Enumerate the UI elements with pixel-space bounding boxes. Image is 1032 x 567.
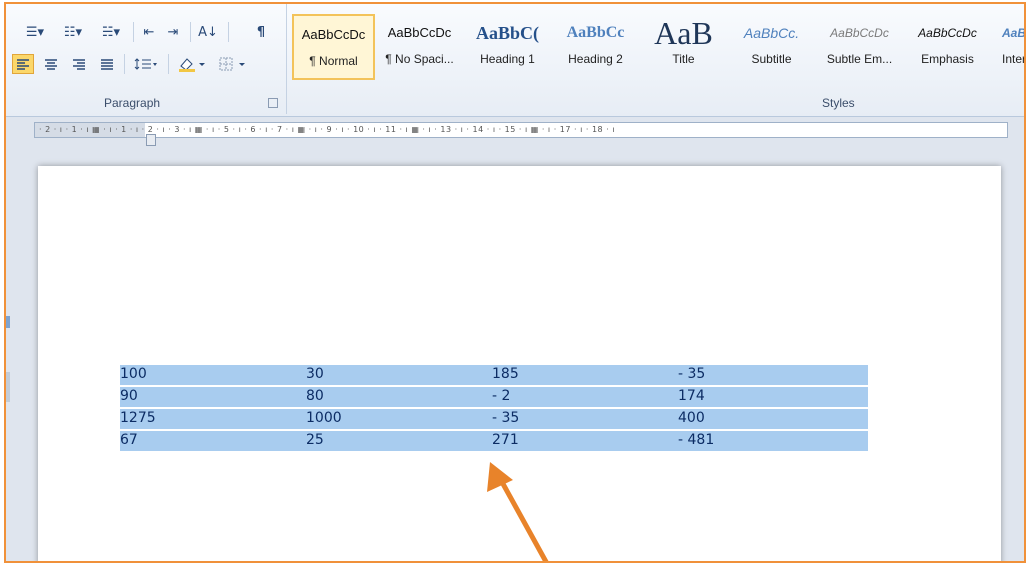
screenshot-frame: ☰▾ ☷▾ ☵▾ ⇤ ⇥ A↓ ¶ Paragraph AaBbCcDc ¶ N…: [4, 2, 1026, 563]
annotation-arrow-icon: [487, 462, 549, 561]
